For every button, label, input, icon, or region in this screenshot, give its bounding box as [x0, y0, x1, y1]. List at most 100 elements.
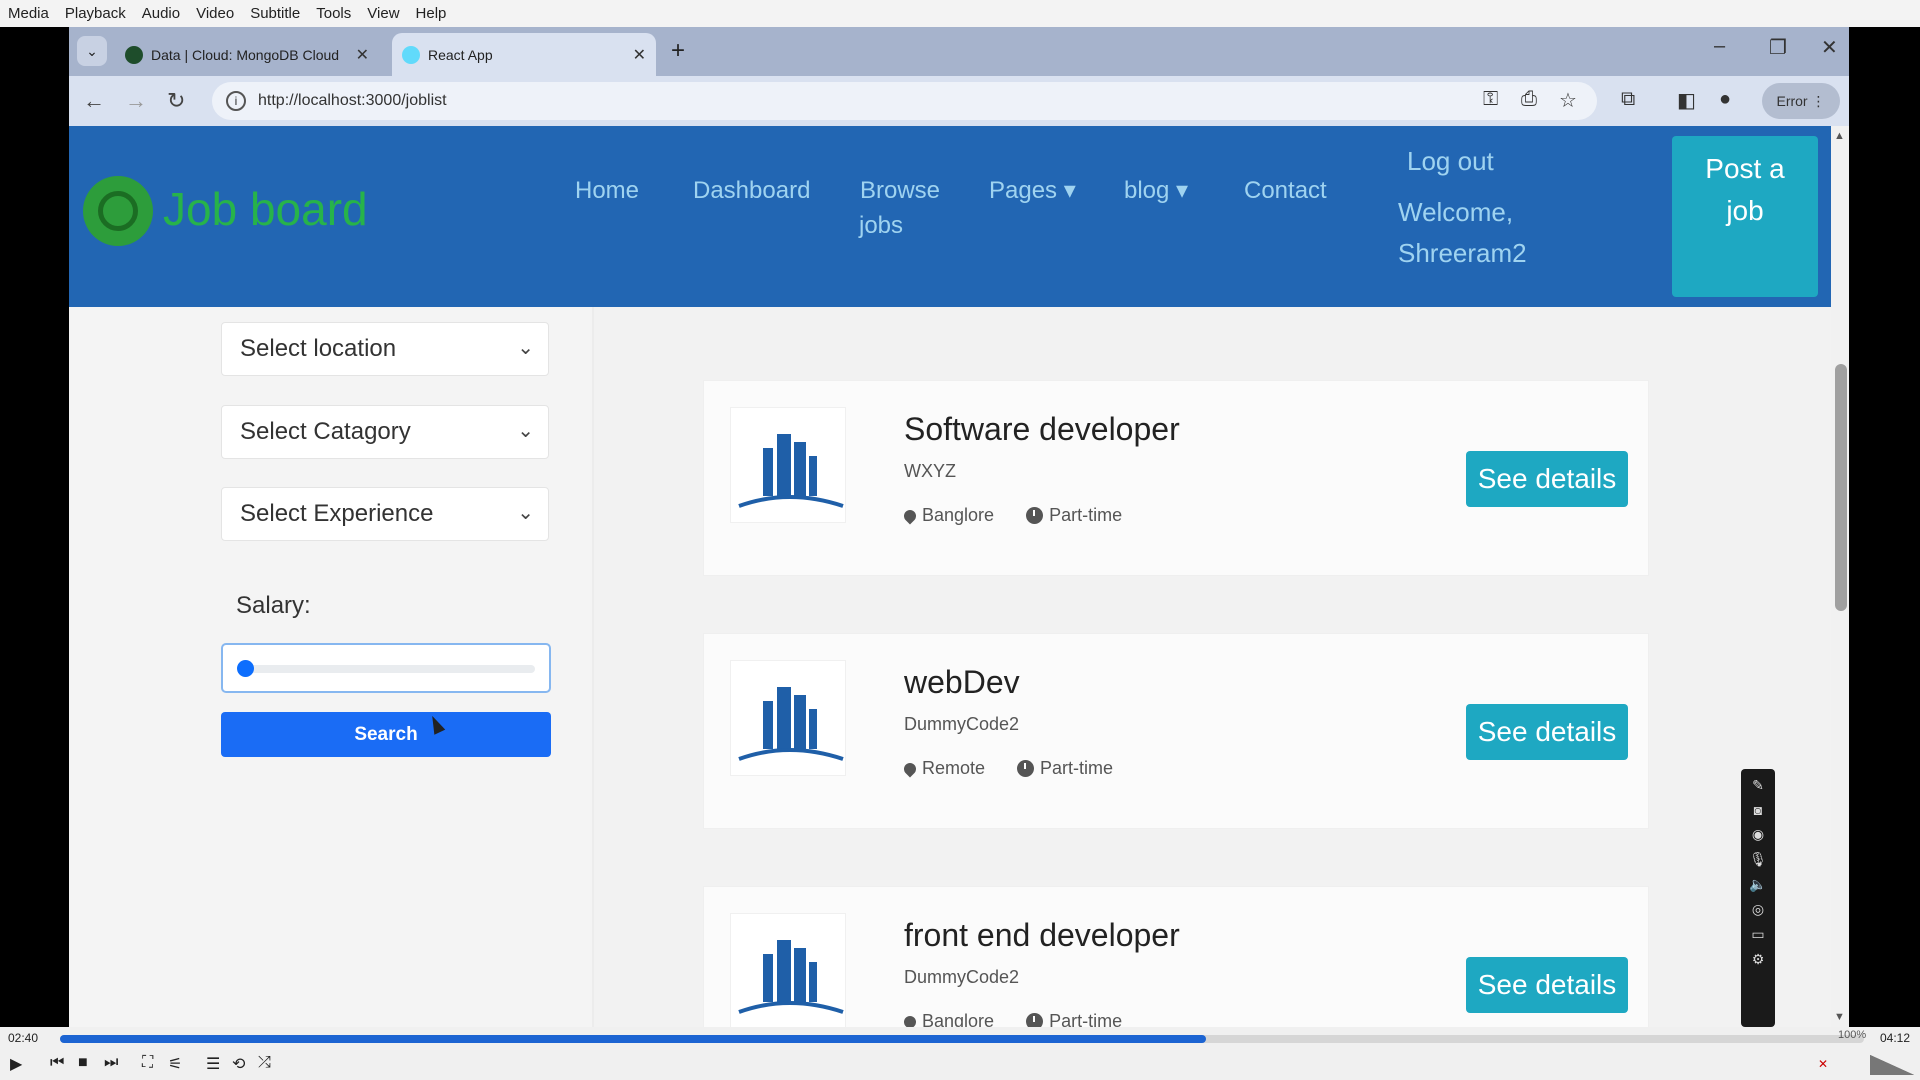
- settings-gear-icon[interactable]: ⚙: [1752, 951, 1765, 968]
- nav-blog-dropdown[interactable]: blog ▾: [1124, 173, 1188, 209]
- camera-icon[interactable]: ◙: [1754, 802, 1762, 818]
- nav-browse-jobs[interactable]: Browse: [860, 173, 940, 209]
- menu-tools[interactable]: Tools: [316, 5, 351, 22]
- job-title[interactable]: Software developer: [904, 411, 1180, 448]
- salary-range-slider[interactable]: [221, 643, 551, 693]
- url-text: http://localhost:3000/joblist: [258, 92, 447, 109]
- address-bar[interactable]: i http://localhost:3000/joblist: [212, 82, 1597, 120]
- loop-icon[interactable]: ⟲: [232, 1054, 245, 1074]
- key-icon[interactable]: ⚿: [1483, 88, 1498, 111]
- slider-thumb[interactable]: [237, 660, 254, 677]
- menu-view[interactable]: View: [367, 5, 399, 22]
- pencil-icon[interactable]: ✎: [1752, 777, 1764, 794]
- seek-bar[interactable]: [60, 1035, 1864, 1043]
- playlist-icon[interactable]: ☰: [206, 1054, 220, 1074]
- browser-window: ⌄ Data | Cloud: MongoDB Cloud ✕ React Ap…: [69, 27, 1849, 1027]
- play-icon[interactable]: ▶: [10, 1054, 22, 1074]
- nav-pages-dropdown[interactable]: Pages ▾: [989, 173, 1076, 209]
- speaker-icon[interactable]: 🔈: [1749, 876, 1766, 893]
- microphone-icon[interactable]: 🎙: [1749, 851, 1767, 868]
- new-tab-plus-icon[interactable]: +: [671, 37, 685, 65]
- job-company: DummyCode2: [904, 967, 1020, 987]
- mute-icon[interactable]: ✕: [1818, 1057, 1828, 1071]
- location-select[interactable]: Select location ⌄: [221, 322, 549, 376]
- navbar: Job board Home Dashboard Browse jobs Pag…: [69, 126, 1831, 307]
- brand-title[interactable]: Job board: [163, 182, 368, 236]
- scroll-up-arrow-icon[interactable]: ▲: [1834, 130, 1845, 142]
- close-icon[interactable]: ✕: [633, 45, 646, 65]
- time-elapsed: 02:40: [8, 1031, 39, 1045]
- scrollbar-thumb[interactable]: [1835, 364, 1847, 611]
- menu-audio[interactable]: Audio: [142, 5, 180, 22]
- back-arrow-icon[interactable]: ←: [83, 88, 105, 114]
- maximize-icon[interactable]: ❐: [1769, 35, 1787, 60]
- close-icon[interactable]: ✕: [356, 45, 369, 65]
- extensions-icon[interactable]: ⧉: [1621, 88, 1635, 111]
- tab-react-app[interactable]: React App ✕: [392, 33, 656, 76]
- post-job-button[interactable]: Post a job: [1672, 136, 1818, 297]
- shuffle-icon[interactable]: ⤮: [258, 1054, 271, 1072]
- post-job-label: Post a: [1705, 153, 1785, 184]
- search-button[interactable]: Search: [221, 712, 551, 757]
- welcome-username: Shreeram2: [1398, 238, 1527, 268]
- page-scrollbar[interactable]: ▲ ▼: [1831, 126, 1849, 1027]
- react-icon: [402, 45, 420, 64]
- nav-contact[interactable]: Contact: [1244, 173, 1327, 209]
- job-company: WXYZ: [904, 461, 956, 481]
- minimize-icon[interactable]: –: [1714, 35, 1725, 58]
- error-button[interactable]: Error ⋮: [1762, 83, 1840, 119]
- scroll-down-arrow-icon[interactable]: ▼: [1834, 1011, 1845, 1023]
- nav-dashboard[interactable]: Dashboard: [693, 173, 810, 209]
- time-total: 04:12: [1880, 1031, 1911, 1045]
- category-select[interactable]: Select Catagory ⌄: [221, 405, 549, 459]
- site-info-icon[interactable]: i: [226, 91, 246, 111]
- job-location: Remote: [922, 758, 986, 778]
- webcam-icon[interactable]: ◎: [1752, 901, 1764, 918]
- job-card: Software developer WXYZ Banglore Part-ti…: [703, 380, 1649, 576]
- see-details-button[interactable]: See details: [1466, 704, 1628, 760]
- job-title[interactable]: webDev: [904, 664, 1020, 701]
- post-job-label-line2: job: [1726, 195, 1764, 226]
- previous-icon[interactable]: ⏮: [50, 1054, 64, 1072]
- next-icon[interactable]: ⏭: [104, 1054, 118, 1072]
- brand-logo-search-icon[interactable]: [83, 176, 153, 246]
- screen-icon[interactable]: ▭: [1751, 926, 1764, 943]
- clock-icon: [1017, 760, 1035, 777]
- window-close-icon[interactable]: ✕: [1821, 35, 1838, 60]
- nav-home[interactable]: Home: [575, 173, 639, 209]
- tab-search-icon[interactable]: ⌄: [77, 36, 107, 66]
- nav-browse-jobs-line2[interactable]: jobs: [859, 208, 903, 244]
- menu-media[interactable]: Media: [8, 5, 49, 22]
- bookmark-star-icon[interactable]: ☆: [1559, 88, 1577, 113]
- salary-label: Salary:: [236, 592, 311, 619]
- job-location: Banglore: [922, 1011, 995, 1027]
- see-details-button[interactable]: See details: [1466, 957, 1628, 1013]
- vlc-menubar: Media Playback Audio Video Subtitle Tool…: [0, 0, 1920, 27]
- menu-playback[interactable]: Playback: [65, 5, 126, 22]
- job-meta: Remote Part-time: [901, 758, 1113, 779]
- job-title[interactable]: front end developer: [904, 917, 1180, 954]
- seek-bar-fill: [60, 1035, 1206, 1043]
- experience-select-value: Select Experience: [240, 500, 434, 527]
- install-app-icon[interactable]: ⎙: [1521, 88, 1537, 111]
- job-type: Part-time: [1049, 505, 1123, 525]
- see-details-button[interactable]: See details: [1466, 451, 1628, 507]
- chevron-down-icon: ⌄: [517, 337, 534, 359]
- forward-arrow-icon[interactable]: →: [125, 88, 147, 114]
- extended-settings-icon[interactable]: ⚟: [168, 1054, 182, 1074]
- experience-select[interactable]: Select Experience ⌄: [221, 487, 549, 541]
- sidebar-icon[interactable]: ◧: [1677, 88, 1696, 113]
- fullscreen-icon[interactable]: ⛶: [142, 1054, 153, 1072]
- menu-video[interactable]: Video: [196, 5, 234, 22]
- stop-icon[interactable]: ■: [78, 1054, 88, 1072]
- tab-title: Data | Cloud: MongoDB Cloud: [151, 46, 340, 63]
- menu-help[interactable]: Help: [416, 5, 447, 22]
- reload-icon[interactable]: ↻: [167, 88, 185, 114]
- volume-slider[interactable]: [1870, 1055, 1914, 1075]
- record-icon[interactable]: ◉: [1752, 826, 1764, 843]
- menu-subtitle[interactable]: Subtitle: [250, 5, 300, 22]
- profile-avatar-icon[interactable]: ●: [1719, 88, 1731, 111]
- tab-mongodb[interactable]: Data | Cloud: MongoDB Cloud ✕: [115, 33, 379, 76]
- logout-link[interactable]: Log out: [1407, 141, 1494, 181]
- tab-title: React App: [428, 46, 493, 63]
